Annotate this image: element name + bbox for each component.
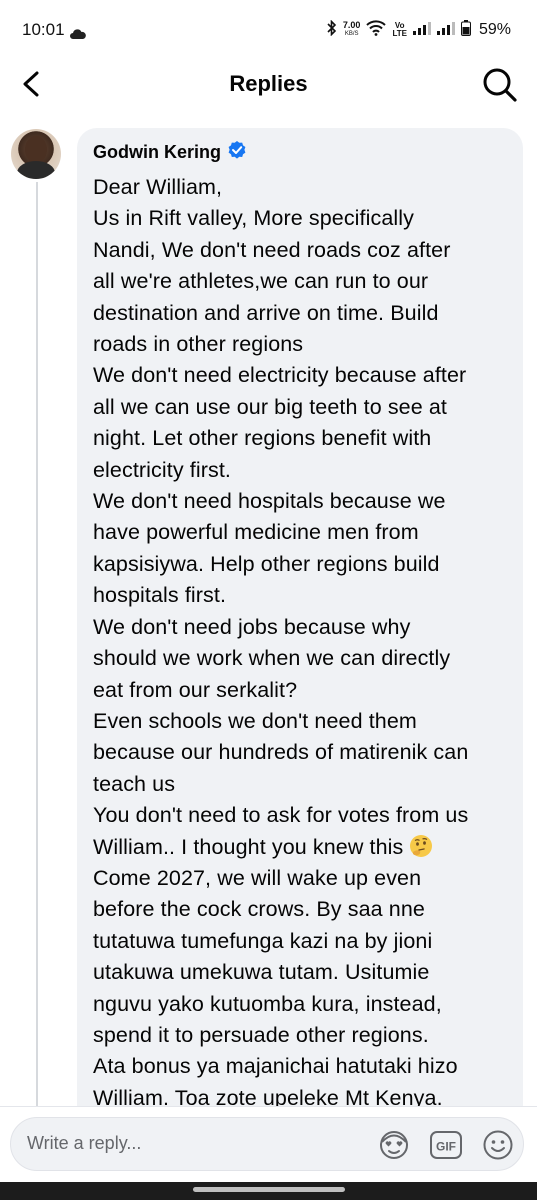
comment-line: We don't need electricity because after <box>93 363 467 388</box>
comment-line: Nandi, We don't need roads coz after <box>93 237 451 262</box>
avatar-sticker-button[interactable] <box>377 1128 411 1162</box>
status-bar: 10:01 7.00 KB/S Vo LTE 59% <box>0 0 537 58</box>
header-bar: Replies <box>0 58 537 114</box>
verified-badge-icon <box>227 140 247 165</box>
page-title: Replies <box>229 71 308 96</box>
avatar-face <box>25 136 47 163</box>
avatar[interactable] <box>11 129 61 179</box>
system-nav-bar <box>0 1182 537 1200</box>
comment-text: Dear William, Us in Rift valley, More sp… <box>93 172 513 1114</box>
comment-line: all we're athletes,we can run to our <box>93 269 429 294</box>
network-speed-value: 7.00 <box>342 20 361 30</box>
status-time: 10:01 <box>22 20 65 39</box>
comment-line: night. Let other regions benefit with <box>93 426 432 451</box>
avatar-body <box>17 161 55 179</box>
comment-line: hospitals first. <box>93 583 227 608</box>
gif-icon: GIF <box>430 1131 462 1159</box>
comment-line: destination and arrive on time. Build <box>93 300 439 325</box>
comment-line: Dear William, <box>93 175 223 199</box>
smiley-icon <box>483 1130 513 1160</box>
signal-icon <box>412 21 431 40</box>
comment-line: Even schools we don't need them <box>93 708 417 733</box>
comment-line: electricity first. <box>93 457 231 482</box>
battery-icon <box>460 19 471 41</box>
comment-line: roads in other regions <box>93 332 304 357</box>
comment-line: Us in Rift valley, More specifically <box>93 206 415 231</box>
status-icons: 7.00 KB/S Vo LTE 59% <box>327 16 511 44</box>
reply-bar: Write a reply... GIF <box>0 1106 537 1183</box>
home-indicator[interactable] <box>193 1187 345 1192</box>
cloud-icon <box>70 26 86 44</box>
avatar-sticker-icon <box>380 1131 408 1159</box>
comment-line: We don't need hospitals because we <box>93 489 446 514</box>
comment-line: utakuwa umekuwa tutam. Usitumie <box>93 960 430 985</box>
comment-line: Come 2027, we will wake up even <box>93 865 422 890</box>
signal-icon-2 <box>436 21 455 40</box>
comment-line: before the cock crows. By saa nne <box>93 897 425 922</box>
comment-line: eat from our serkalit? <box>93 677 298 702</box>
author-name[interactable]: Godwin Kering <box>93 142 221 163</box>
volte-bottom: LTE <box>392 29 407 38</box>
reply-input[interactable]: Write a reply... GIF <box>10 1117 524 1171</box>
comment-line: teach us <box>93 771 176 796</box>
comment-line: kapsisiywa. Help other regions build <box>93 551 440 576</box>
bluetooth-icon <box>327 19 337 41</box>
comment-line: should we work when we can directly <box>93 646 451 671</box>
comment-line: William.. I thought you knew this <box>93 834 404 859</box>
comment-line: all we can use our big teeth to see at <box>93 394 447 419</box>
comment-line: because our hundreds of matirenik can <box>93 740 469 765</box>
network-speed-unit: KB/S <box>344 31 359 37</box>
comment-line: We don't need jobs because why <box>93 614 411 639</box>
thinking-face-emoji-icon <box>409 834 433 858</box>
gif-button[interactable]: GIF <box>429 1129 463 1161</box>
wifi-icon <box>366 19 387 41</box>
author-row: Godwin Kering <box>93 140 247 165</box>
back-arrow-icon <box>23 71 39 97</box>
reply-placeholder: Write a reply... <box>27 1133 142 1153</box>
battery-percent: 59% <box>478 21 511 38</box>
gif-label: GIF <box>436 1140 456 1154</box>
comment-line: nguvu yako kutuomba kura, instead, <box>93 991 442 1016</box>
network-speed: 7.00 KB/S <box>343 21 361 39</box>
comment-line: You don't need to ask for votes from us <box>93 803 469 828</box>
emoji-button[interactable] <box>481 1128 515 1162</box>
comment-line: tutatuwa tumefunga kazi na by jioni <box>93 928 433 953</box>
comment-bubble[interactable]: Godwin Kering Dear William, Us in Rift v… <box>77 128 523 1128</box>
search-button[interactable] <box>481 66 519 104</box>
search-icon <box>483 68 517 102</box>
thread-line <box>36 182 38 1112</box>
back-button[interactable] <box>14 66 50 102</box>
comment-line: Ata bonus ya majanichai hatutaki hizo <box>93 1054 458 1079</box>
volte-indicator: Vo LTE <box>392 22 407 38</box>
comment-line: have powerful medicine men from <box>93 520 419 545</box>
comment-line-with-emoji: William.. I thought you knew this <box>93 832 513 863</box>
comment-line: spend it to persuade other regions. <box>93 1022 429 1047</box>
